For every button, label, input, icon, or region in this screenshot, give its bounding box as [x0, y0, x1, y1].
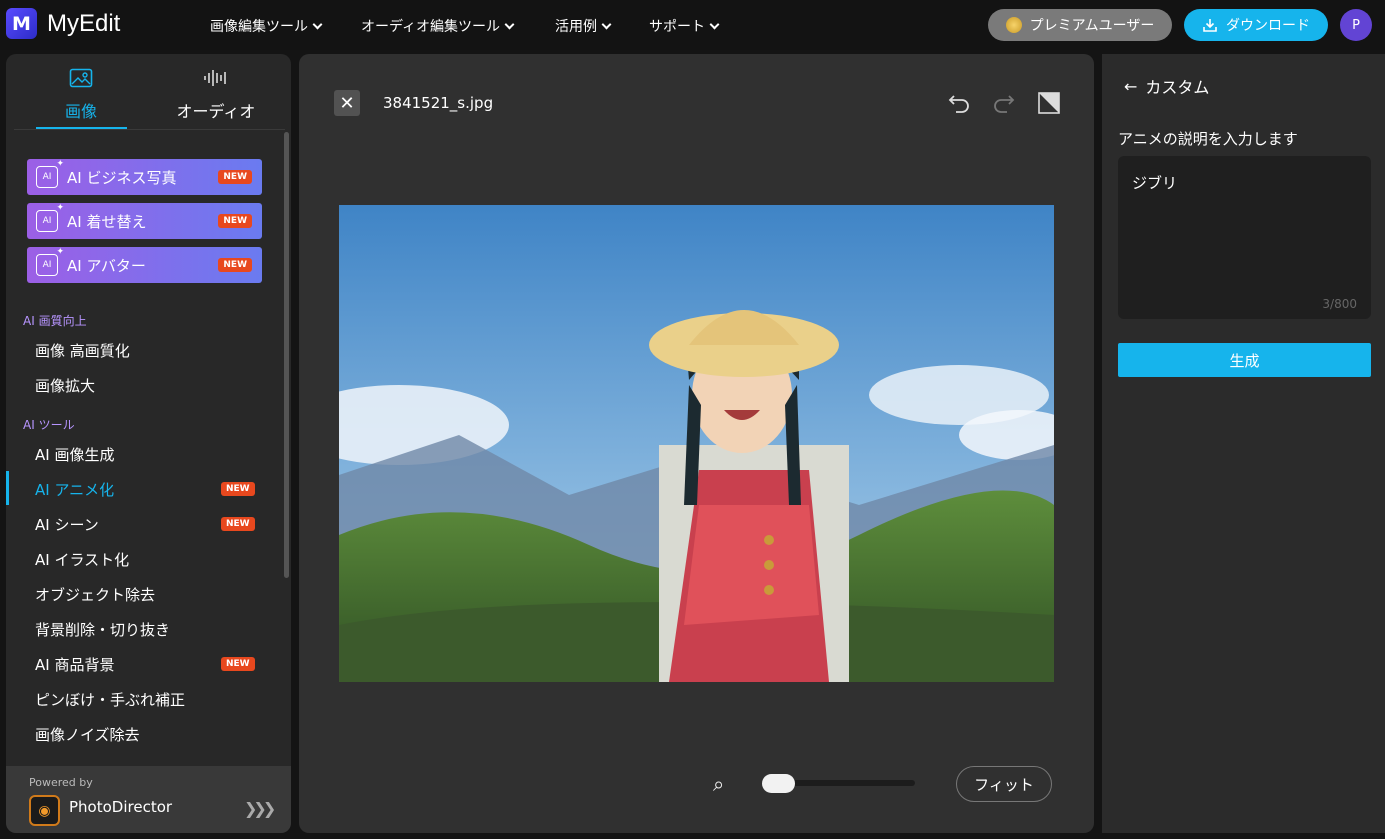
close-icon: ✕ — [339, 92, 355, 114]
redo-button[interactable] — [991, 90, 1017, 116]
settings-panel: ← カスタム アニメの説明を入力します ジブリ 3/800 生成 — [1102, 54, 1385, 833]
featured-ai-outfit[interactable]: AI AI 着せ替え NEW — [27, 203, 262, 239]
editor-canvas-area: ✕ 3841521_s.jpg ⌕ フィット — [299, 54, 1094, 833]
close-button[interactable]: ✕ — [334, 90, 360, 116]
sidebar-item-ai-illustration[interactable]: AI イラスト化 — [35, 549, 129, 570]
undo-icon — [948, 95, 969, 113]
anime-girl-image — [339, 205, 1054, 682]
tab-divider — [14, 129, 285, 130]
chevron-down-icon — [504, 19, 515, 29]
download-button[interactable]: ダウンロード — [1184, 9, 1328, 41]
fit-button[interactable]: フィット — [956, 766, 1052, 802]
powered-by-footer[interactable]: Powered by ◉ PhotoDirector ❯❯❯ — [6, 766, 291, 833]
active-item-indicator — [6, 471, 9, 505]
arrow-left-icon: ← — [1124, 76, 1138, 96]
sidebar-item-deblur[interactable]: ピンぼけ・手ぶれ補正 — [35, 689, 185, 710]
compare-button[interactable] — [1036, 90, 1062, 116]
featured-label: AI アバター — [67, 256, 146, 275]
sidebar-item-ai-product-bg[interactable]: AI 商品背景 — [35, 654, 114, 675]
premium-coin-icon — [1005, 17, 1022, 33]
nav-label: 活用例 — [555, 19, 597, 35]
zoom-slider-handle[interactable] — [762, 774, 795, 793]
new-badge: NEW — [218, 170, 252, 184]
chevron-down-icon — [709, 19, 720, 29]
new-badge: NEW — [221, 657, 255, 671]
active-tab-underline — [36, 127, 127, 129]
premium-label: プレミアムユーザー — [1029, 18, 1155, 34]
myedit-logo-icon: M — [6, 8, 37, 39]
sidebar-item-ai-anime[interactable]: AI アニメ化 — [35, 479, 114, 500]
sidebar-item-upscale[interactable]: 画像拡大 — [35, 375, 95, 396]
nav-support[interactable]: サポート — [649, 16, 720, 36]
prompt-value: ジブリ — [1132, 174, 1178, 192]
new-badge: NEW — [221, 482, 255, 496]
char-counter: 3/800 — [1322, 297, 1357, 311]
redo-icon — [994, 95, 1015, 113]
sidebar-item-bg-removal[interactable]: 背景削除・切り抜き — [35, 619, 170, 640]
photodirector-icon: ◉ — [29, 795, 60, 826]
featured-label: AI 着せ替え — [67, 212, 147, 231]
top-navbar: M MyEdit 画像編集ツール オーディオ編集ツール 活用例 サポート プレミ… — [0, 0, 1385, 50]
nav-label: サポート — [649, 19, 705, 35]
ai-sparkle-icon: AI — [36, 203, 64, 232]
powered-product-name: PhotoDirector — [69, 798, 173, 816]
nav-label: オーディオ編集ツール — [361, 19, 501, 35]
prompt-textarea[interactable]: ジブリ 3/800 — [1118, 156, 1371, 319]
chevron-down-icon — [601, 19, 612, 29]
nav-use-cases[interactable]: 活用例 — [555, 16, 612, 36]
new-badge: NEW — [218, 258, 252, 272]
user-avatar[interactable]: P — [1340, 9, 1372, 41]
chevron-down-icon — [312, 19, 323, 29]
premium-user-button[interactable]: プレミアムユーザー — [988, 9, 1172, 41]
section-title-ai-tools: AI ツール — [23, 418, 75, 432]
nav-label: 画像編集ツール — [210, 19, 308, 35]
sidebar-item-ai-image-gen[interactable]: AI 画像生成 — [35, 444, 114, 465]
chevron-right-triple-icon: ❯❯❯ — [244, 799, 276, 818]
download-icon — [1203, 19, 1217, 32]
new-badge: NEW — [221, 517, 255, 531]
tab-image[interactable]: 画像 — [35, 68, 127, 122]
new-badge: NEW — [218, 214, 252, 228]
nav-audio-tools[interactable]: オーディオ編集ツール — [361, 16, 515, 36]
zoom-search-icon: ⌕ — [713, 772, 725, 796]
sidebar-item-object-removal[interactable]: オブジェクト除去 — [35, 584, 155, 605]
ai-sparkle-icon: AI — [36, 247, 64, 276]
tab-image-label: 画像 — [64, 102, 97, 121]
tab-audio[interactable]: オーディオ — [170, 68, 262, 122]
back-label: カスタム — [1145, 78, 1210, 97]
image-icon — [69, 68, 93, 88]
sidebar-item-enhance[interactable]: 画像 高画質化 — [35, 340, 130, 361]
featured-ai-business-photo[interactable]: AI AI ビジネス写真 NEW — [27, 159, 262, 195]
back-to-custom[interactable]: ← カスタム — [1124, 74, 1209, 98]
featured-label: AI ビジネス写真 — [67, 168, 177, 187]
compare-icon — [1038, 92, 1060, 114]
file-name: 3841521_s.jpg — [383, 94, 494, 112]
preview-image[interactable] — [339, 205, 1054, 682]
tool-sidebar: 画像 オーディオ AI AI ビジネス写真 NEW AI AI 着せ替え NEW… — [6, 54, 291, 833]
download-label: ダウンロード — [1226, 18, 1310, 34]
prompt-label: アニメの説明を入力します — [1118, 130, 1298, 148]
featured-ai-avatar[interactable]: AI AI アバター NEW — [27, 247, 262, 283]
audio-wave-icon — [204, 70, 226, 86]
logo-text: MyEdit — [47, 9, 121, 37]
undo-button[interactable] — [946, 90, 972, 116]
generate-button[interactable]: 生成 — [1118, 343, 1371, 377]
ai-sparkle-icon: AI — [36, 159, 64, 188]
sidebar-item-ai-scene[interactable]: AI シーン — [35, 514, 99, 535]
sidebar-item-denoise[interactable]: 画像ノイズ除去 — [35, 724, 140, 745]
sidebar-scrollbar[interactable] — [284, 132, 289, 578]
nav-image-tools[interactable]: 画像編集ツール — [210, 16, 323, 36]
myedit-logo[interactable]: M MyEdit — [6, 8, 120, 39]
powered-by-label: Powered by — [29, 776, 93, 789]
section-title-quality: AI 画質向上 — [23, 314, 87, 328]
tab-audio-label: オーディオ — [176, 102, 256, 121]
